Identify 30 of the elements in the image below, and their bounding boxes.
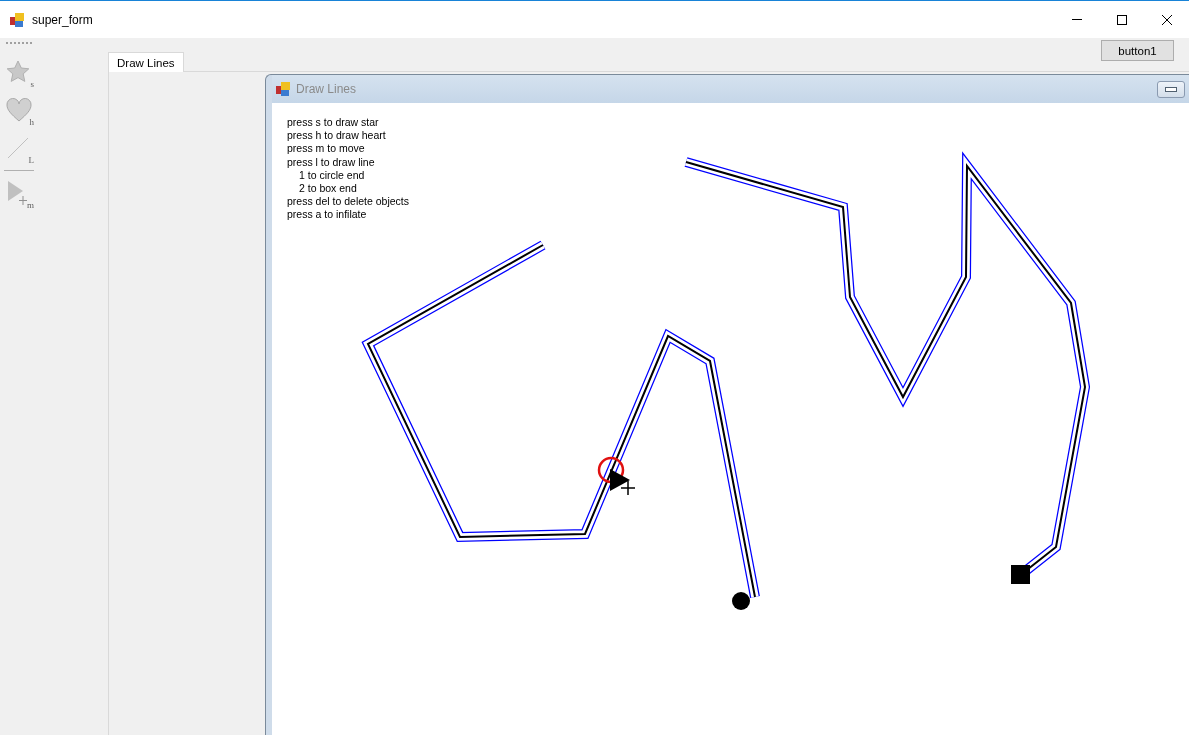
help-text: press m to move: [287, 142, 366, 156]
shortcut-letter: L: [28, 155, 34, 165]
heart-icon: [6, 98, 32, 122]
selection-ring-icon: [597, 456, 625, 484]
tab[interactable]: Draw Lines: [108, 52, 184, 72]
help-text: press del to delete objects: [287, 195, 410, 209]
minimize-icon: [1165, 86, 1177, 92]
minimize-button[interactable]: [1157, 80, 1185, 98]
help-text: 1 to circle end: [298, 168, 366, 182]
move-cursor-icon: [610, 469, 636, 496]
child-window-title: Draw Lines: [296, 82, 357, 96]
help-text: press s to draw star: [287, 116, 380, 130]
shortcut-letter: m: [27, 200, 34, 210]
diagonal-line-icon: [6, 136, 30, 160]
close-icon: [1161, 14, 1172, 25]
help-text: 2 to box end: [298, 182, 358, 196]
circle-end-marker: [732, 592, 750, 610]
button1-button[interactable]: button1: [1101, 40, 1174, 61]
help-text: press l to draw line: [287, 155, 376, 169]
app-icon: [10, 12, 24, 27]
shortcut-letter: s: [30, 79, 34, 89]
maximize-icon: [1116, 14, 1127, 25]
help-text: press h to draw heart: [287, 129, 387, 143]
app-icon: [276, 82, 290, 96]
star-icon: [6, 60, 30, 84]
minimize-icon: [1071, 19, 1082, 20]
window-title: super_form: [32, 12, 93, 27]
box-end-marker: [1011, 565, 1030, 584]
shortcut-letter: h: [29, 117, 34, 127]
help-text: press a to infilate: [287, 208, 368, 222]
